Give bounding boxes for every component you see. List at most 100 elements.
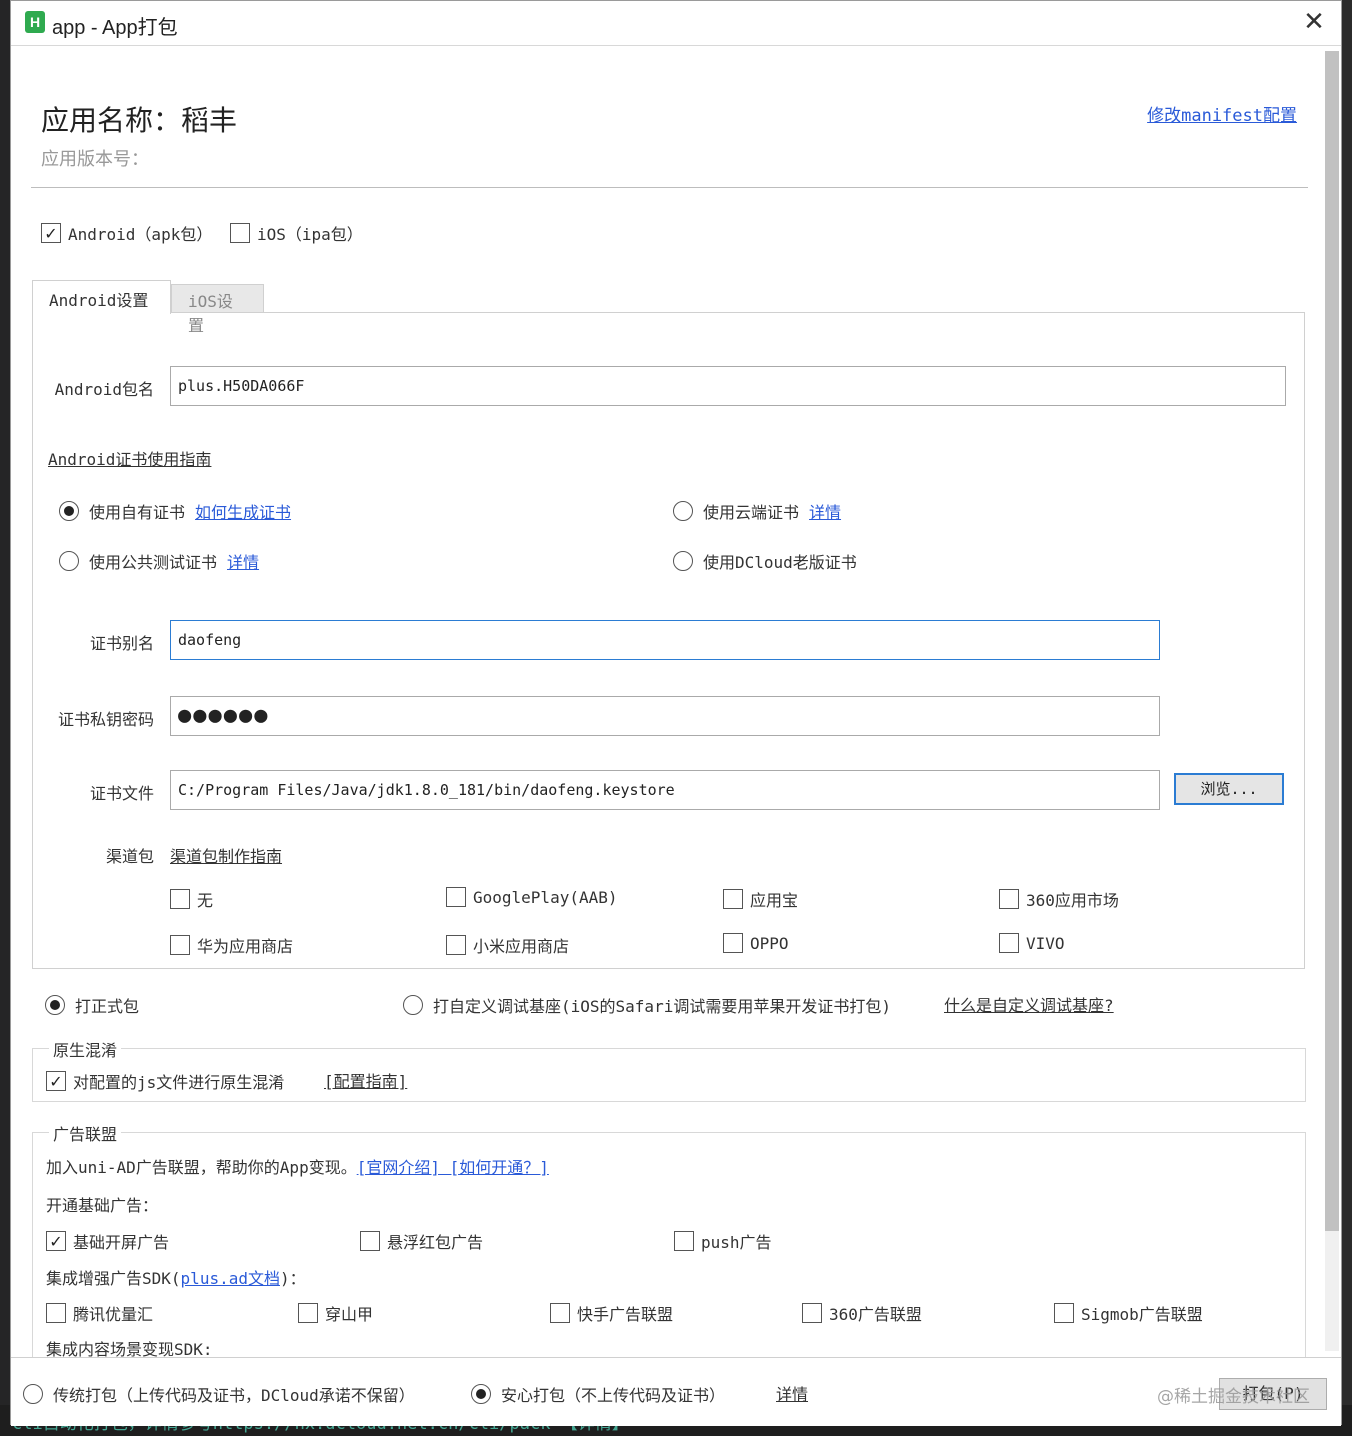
sdk-label-360: 360广告联盟 xyxy=(829,1305,922,1324)
channel-checkbox-oppo[interactable]: OPPO xyxy=(723,933,789,953)
radio-formal-build[interactable]: 打正式包 xyxy=(45,993,139,1017)
channel-checkbox-none[interactable]: 无 xyxy=(170,887,213,911)
checkbox-checked-icon: ✓ xyxy=(46,1071,66,1091)
obfuscation-checkbox-label: 对配置的js文件进行原生混淆 xyxy=(73,1073,285,1092)
ads-intro-links[interactable]: [官网介绍] [如何开通？] xyxy=(357,1158,549,1177)
header-divider xyxy=(31,187,1308,188)
radio-own-cert[interactable]: 使用自有证书 如何生成证书 xyxy=(59,499,291,523)
sdk-label-kuaishou: 快手广告联盟 xyxy=(577,1305,674,1324)
channel-checkbox-xiaomi[interactable]: 小米应用商店 xyxy=(446,933,569,957)
sdk-checkbox-sigmob[interactable]: Sigmob广告联盟 xyxy=(1054,1301,1203,1325)
checkbox-checked-icon: ✓ xyxy=(46,1231,66,1251)
checkbox-unchecked-icon xyxy=(1054,1303,1074,1323)
sdk-label-tencent: 腾讯优量汇 xyxy=(73,1305,154,1324)
ios-platform-checkbox[interactable]: iOS（ipa包） xyxy=(230,221,363,245)
checkbox-unchecked-icon xyxy=(550,1303,570,1323)
public-test-cert-label: 使用公共测试证书 xyxy=(89,553,218,572)
android-platform-label: Android（apk包） xyxy=(68,225,213,244)
package-name-input[interactable]: plus.H50DA066F xyxy=(170,366,1286,406)
footer-details-link[interactable]: 详情 xyxy=(776,1381,808,1405)
ad-checkbox-floating-redpacket[interactable]: 悬浮红包广告 xyxy=(360,1229,483,1253)
tab-ios-settings[interactable]: iOS设置 xyxy=(171,284,264,335)
how-to-generate-cert-link[interactable]: 如何生成证书 xyxy=(195,499,291,523)
app-name: 应用名称：稻丰 xyxy=(41,104,238,137)
channel-checkbox-vivo[interactable]: VIVO xyxy=(999,933,1065,953)
channel-checkbox-googleplay[interactable]: GooglePlay(AAB) xyxy=(446,887,618,907)
sdk-checkbox-pangle[interactable]: 穿山甲 xyxy=(298,1301,373,1325)
channel-checkbox-yingyongbao[interactable]: 应用宝 xyxy=(723,887,798,911)
cert-alias-label: 证书别名 xyxy=(89,634,154,653)
basic-ads-title: 开通基础广告： xyxy=(46,1196,159,1215)
channel-checkbox-360[interactable]: 360应用市场 xyxy=(999,887,1119,911)
tab-android-settings[interactable]: Android设置 xyxy=(32,280,171,314)
cert-password-input[interactable]: ●●●●●● xyxy=(170,696,1160,736)
channel-label-oppo: OPPO xyxy=(750,933,789,953)
ad-label-push: push广告 xyxy=(701,1233,772,1252)
radio-public-test-cert[interactable]: 使用公共测试证书 详情 xyxy=(59,549,259,573)
channel-label-none: 无 xyxy=(197,891,214,910)
safe-pack-label: 安心打包（不上传代码及证书） xyxy=(501,1386,726,1405)
radio-custom-debug-build[interactable]: 打自定义调试基座(iOS的Safari调试需要用苹果开发证书打包) xyxy=(403,993,891,1017)
plus-ad-docs-link[interactable]: plus.ad文档 xyxy=(181,1269,280,1288)
obfuscation-checkbox[interactable]: ✓ 对配置的js文件进行原生混淆 xyxy=(46,1069,284,1093)
cert-password-label: 证书私钥密码 xyxy=(57,710,154,729)
channel-guide-link[interactable]: 渠道包制作指南 xyxy=(170,843,282,867)
hbuilder-logo-icon: H xyxy=(25,11,45,33)
window-title: app - App打包 xyxy=(52,17,178,39)
ad-checkbox-push[interactable]: push广告 xyxy=(674,1229,772,1253)
cloud-cert-details-link[interactable]: 详情 xyxy=(809,499,841,523)
radio-safe-pack[interactable]: 安心打包（不上传代码及证书） xyxy=(471,1382,725,1406)
checkbox-unchecked-icon xyxy=(723,889,743,909)
checkbox-unchecked-icon xyxy=(298,1303,318,1323)
footer-bar: 传统打包（上传代码及证书，DCloud承诺不保留） 安心打包（不上传代码及证书）… xyxy=(11,1357,1341,1426)
radio-dcloud-old-cert[interactable]: 使用DCloud老版证书 xyxy=(673,549,857,573)
browse-button[interactable]: 浏览... xyxy=(1174,773,1284,805)
checkbox-unchecked-icon xyxy=(46,1303,66,1323)
channel-checkbox-huawei[interactable]: 华为应用商店 xyxy=(170,933,293,957)
enhanced-prefix: 集成增强广告SDK( xyxy=(46,1269,181,1288)
checkbox-unchecked-icon xyxy=(999,889,1019,909)
dcloud-old-cert-label: 使用DCloud老版证书 xyxy=(703,553,857,572)
sdk-checkbox-kuaishou[interactable]: 快手广告联盟 xyxy=(550,1301,673,1325)
title-bar: H app - App打包 ✕ xyxy=(11,1,1341,46)
vertical-scrollbar[interactable] xyxy=(1325,51,1339,1351)
sdk-label-pangle: 穿山甲 xyxy=(325,1305,374,1324)
app-pack-dialog: H app - App打包 ✕ 应用名称：稻丰 应用版本号： 修改manifes… xyxy=(10,0,1342,1426)
custom-debug-build-label: 打自定义调试基座(iOS的Safari调试需要用苹果开发证书打包) xyxy=(433,997,891,1016)
checkbox-unchecked-icon xyxy=(999,933,1019,953)
close-icon[interactable]: ✕ xyxy=(1301,9,1327,35)
cert-alias-input[interactable]: daofeng xyxy=(170,620,1160,660)
radio-unselected-icon xyxy=(59,551,79,571)
checkbox-unchecked-icon xyxy=(170,889,190,909)
custom-debug-help-link[interactable]: 什么是自定义调试基座? xyxy=(944,992,1114,1016)
watermark: @稀土掘金技术社区 xyxy=(1157,1387,1310,1407)
checkbox-unchecked-icon xyxy=(230,223,250,243)
edit-manifest-link[interactable]: 修改manifest配置 xyxy=(1147,101,1297,126)
cloud-cert-label: 使用云端证书 xyxy=(703,503,800,522)
obfuscation-guide-link[interactable]: [配置指南] xyxy=(324,1068,407,1092)
public-test-cert-details-link[interactable]: 详情 xyxy=(227,549,259,573)
android-cert-guide-link[interactable]: Android证书使用指南 xyxy=(48,446,211,470)
channel-label-huawei: 华为应用商店 xyxy=(197,937,294,956)
own-cert-label: 使用自有证书 xyxy=(89,503,186,522)
ads-intro: 加入uni-AD广告联盟，帮助你的App变现。[官网介绍] [如何开通？] xyxy=(46,1154,549,1178)
sdk-checkbox-360[interactable]: 360广告联盟 xyxy=(802,1301,922,1325)
enhanced-suffix: )： xyxy=(279,1269,306,1288)
android-platform-checkbox[interactable]: ✓ Android（apk包） xyxy=(41,221,212,245)
sdk-checkbox-tencent[interactable]: 腾讯优量汇 xyxy=(46,1301,153,1325)
radio-unselected-icon xyxy=(673,501,693,521)
ios-platform-label: iOS（ipa包） xyxy=(257,225,363,244)
radio-cloud-cert[interactable]: 使用云端证书 详情 xyxy=(673,499,841,523)
radio-unselected-icon xyxy=(23,1384,43,1404)
channel-label-xiaomi: 小米应用商店 xyxy=(473,937,570,956)
cert-file-input[interactable]: C:/Program Files/Java/jdk1.8.0_181/bin/d… xyxy=(170,770,1160,810)
app-version: 应用版本号： xyxy=(41,149,149,170)
scrollbar-thumb[interactable] xyxy=(1325,51,1339,1231)
enhanced-ads-title: 集成增强广告SDK(plus.ad文档)： xyxy=(46,1265,306,1289)
ad-checkbox-splash[interactable]: ✓ 基础开屏广告 xyxy=(46,1229,169,1253)
ad-label-splash: 基础开屏广告 xyxy=(73,1233,170,1252)
checkbox-unchecked-icon xyxy=(802,1303,822,1323)
radio-traditional-pack[interactable]: 传统打包（上传代码及证书，DCloud承诺不保留） xyxy=(23,1382,415,1406)
checkbox-unchecked-icon xyxy=(446,935,466,955)
checkbox-checked-icon: ✓ xyxy=(41,223,61,243)
